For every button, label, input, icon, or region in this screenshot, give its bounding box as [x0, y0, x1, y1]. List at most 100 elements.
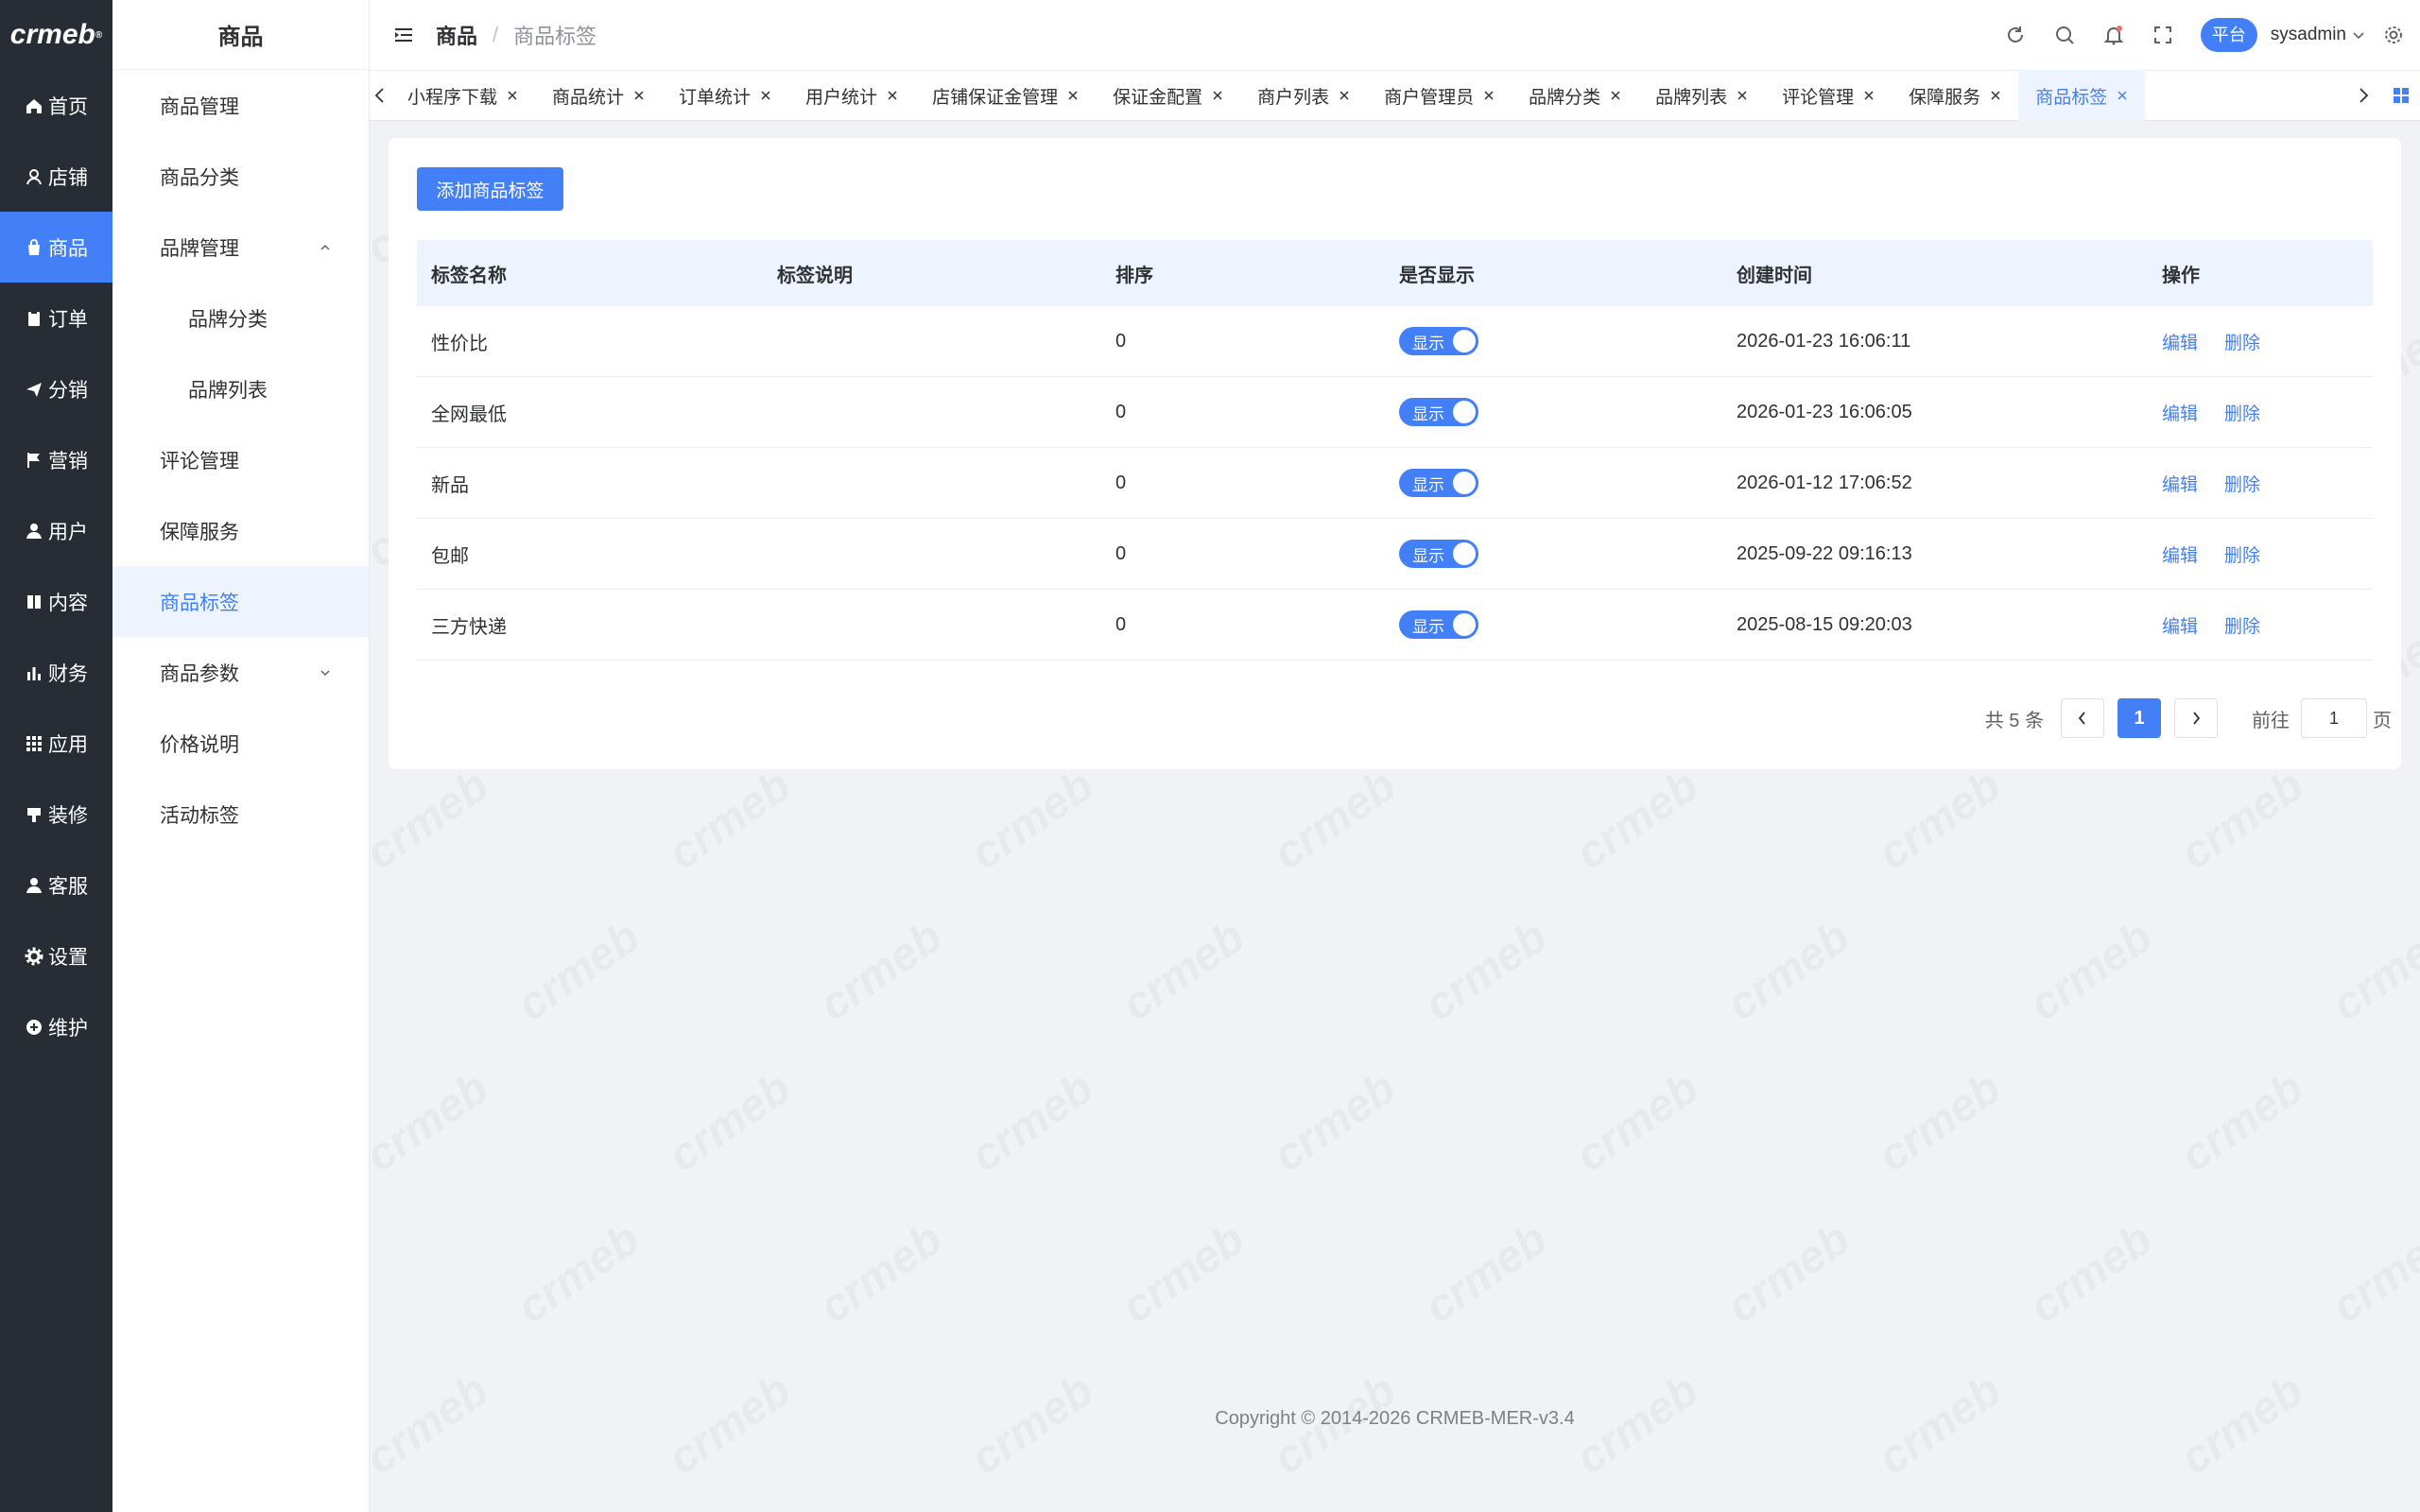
tab-9[interactable]: 品牌列表 [1638, 70, 1765, 121]
tab-12[interactable]: 商品标签 [2018, 70, 2146, 121]
page-button-current[interactable]: 1 [2118, 698, 2161, 738]
submenu-item-label: 品牌管理 [160, 237, 239, 260]
edit-link[interactable]: 编辑 [2162, 400, 2198, 425]
show-toggle[interactable]: 显示 [1399, 540, 1478, 568]
tab-8[interactable]: 品牌分类 [1512, 70, 1638, 121]
submenu-item-2[interactable]: 品牌管理 [112, 212, 369, 283]
submenu-item-label: 商品管理 [160, 95, 239, 118]
nav-item-8[interactable]: 财务 [0, 637, 112, 708]
tab-7[interactable]: 商户管理员 [1367, 70, 1512, 121]
tab-0[interactable]: 小程序下载 [390, 70, 535, 121]
close-icon[interactable] [1990, 90, 2001, 101]
menu-fold-icon[interactable] [392, 24, 415, 46]
breadcrumb-parent[interactable]: 商品 [436, 20, 477, 50]
delete-link[interactable]: 删除 [2224, 541, 2260, 567]
search-icon[interactable] [2053, 24, 2076, 46]
fullscreen-icon[interactable] [2152, 24, 2174, 46]
tab-10[interactable]: 评论管理 [1765, 70, 1892, 121]
submenu-item-8[interactable]: 商品参数 [112, 637, 369, 708]
edit-link[interactable]: 编辑 [2162, 329, 2198, 354]
logo[interactable]: crmeb ® [0, 0, 112, 70]
tab-label: 品牌分类 [1529, 87, 1601, 108]
close-icon[interactable] [507, 90, 518, 101]
tab-4[interactable]: 店铺保证金管理 [915, 70, 1096, 121]
goto-page-input[interactable]: 1 [2301, 698, 2367, 738]
tab-3[interactable]: 用户统计 [788, 70, 915, 121]
submenu-item-5[interactable]: 评论管理 [112, 424, 369, 495]
tab-scroll-right[interactable] [2344, 70, 2382, 121]
delete-link[interactable]: 删除 [2224, 471, 2260, 496]
tab-11[interactable]: 保障服务 [1892, 70, 2018, 121]
tab-6[interactable]: 商户列表 [1240, 70, 1367, 121]
submenu-item-3[interactable]: 品牌分类 [112, 283, 369, 353]
created-time: 2025-08-15 09:20:03 [1737, 613, 1912, 635]
show-toggle[interactable]: 显示 [1399, 469, 1478, 497]
submenu-title: 商品 [112, 0, 369, 70]
watermark-logo: crmeb [2323, 1213, 2420, 1334]
nav-item-5[interactable]: 营销 [0, 424, 112, 495]
nav-item-2[interactable]: 商品 [0, 212, 112, 283]
submenu-item-label: 品牌分类 [188, 308, 268, 331]
nav-item-3[interactable]: 订单 [0, 283, 112, 353]
prev-page-button[interactable] [2061, 698, 2104, 738]
close-icon[interactable] [887, 90, 898, 101]
close-icon[interactable] [1863, 90, 1875, 101]
close-icon[interactable] [633, 90, 645, 101]
submenu-item-9[interactable]: 价格说明 [112, 708, 369, 779]
tab-label: 商户列表 [1257, 87, 1330, 108]
nav-item-10[interactable]: 装修 [0, 779, 112, 850]
watermark-logo: crmeb [1415, 911, 1557, 1032]
tab-menu[interactable] [2382, 70, 2420, 121]
tab-1[interactable]: 商品统计 [535, 70, 662, 121]
nav-item-13[interactable]: 维护 [0, 991, 112, 1062]
user-menu[interactable]: sysadmin [2271, 25, 2365, 45]
show-toggle[interactable]: 显示 [1399, 398, 1478, 426]
close-icon[interactable] [1212, 90, 1223, 101]
watermark-logo: crmeb [356, 1062, 498, 1183]
bell-icon[interactable] [2102, 24, 2125, 46]
close-icon[interactable] [1737, 90, 1748, 101]
show-toggle[interactable]: 显示 [1399, 327, 1478, 355]
close-icon[interactable] [1610, 90, 1621, 101]
nav-item-4[interactable]: 分销 [0, 353, 112, 424]
tag-sort: 0 [1115, 472, 1127, 493]
edit-link[interactable]: 编辑 [2162, 612, 2198, 638]
close-icon[interactable] [1067, 90, 1079, 101]
chevron-left-icon [2078, 712, 2085, 725]
submenu-item-1[interactable]: 商品分类 [112, 141, 369, 212]
platform-badge[interactable]: 平台 [2200, 18, 2257, 52]
toggle-knob [1453, 401, 1476, 423]
edit-link[interactable]: 编辑 [2162, 471, 2198, 496]
nav-item-11[interactable]: 客服 [0, 850, 112, 920]
nav-item-6[interactable]: 用户 [0, 495, 112, 566]
nav-item-9[interactable]: 应用 [0, 708, 112, 779]
submenu-item-label: 活动标签 [160, 804, 239, 827]
delete-link[interactable]: 删除 [2224, 329, 2260, 354]
close-icon[interactable] [2117, 90, 2128, 101]
close-icon[interactable] [1339, 90, 1350, 101]
tab-2[interactable]: 订单统计 [662, 70, 788, 121]
nav-item-7[interactable]: 内容 [0, 566, 112, 637]
close-icon[interactable] [760, 90, 771, 101]
tab-5[interactable]: 保证金配置 [1096, 70, 1240, 121]
toggle-knob [1453, 330, 1476, 352]
submenu-item-0[interactable]: 商品管理 [112, 70, 369, 141]
nav-item-1[interactable]: 店铺 [0, 141, 112, 212]
tab-scroll-left[interactable] [370, 70, 390, 121]
tag-name: 新品 [431, 474, 469, 496]
edit-link[interactable]: 编辑 [2162, 541, 2198, 567]
submenu-item-6[interactable]: 保障服务 [112, 495, 369, 566]
close-icon[interactable] [1483, 90, 1495, 101]
nav-item-12[interactable]: 设置 [0, 920, 112, 991]
refresh-icon[interactable] [2004, 24, 2027, 46]
submenu-item-10[interactable]: 活动标签 [112, 779, 369, 850]
show-toggle[interactable]: 显示 [1399, 610, 1478, 639]
add-product-tag-button[interactable]: 添加商品标签 [417, 167, 563, 211]
delete-link[interactable]: 删除 [2224, 612, 2260, 638]
next-page-button[interactable] [2174, 698, 2218, 738]
submenu-item-7[interactable]: 商品标签 [112, 566, 369, 637]
settings-gear-icon[interactable] [2382, 24, 2405, 46]
delete-link[interactable]: 删除 [2224, 400, 2260, 425]
nav-item-0[interactable]: 首页 [0, 70, 112, 141]
submenu-item-4[interactable]: 品牌列表 [112, 353, 369, 424]
